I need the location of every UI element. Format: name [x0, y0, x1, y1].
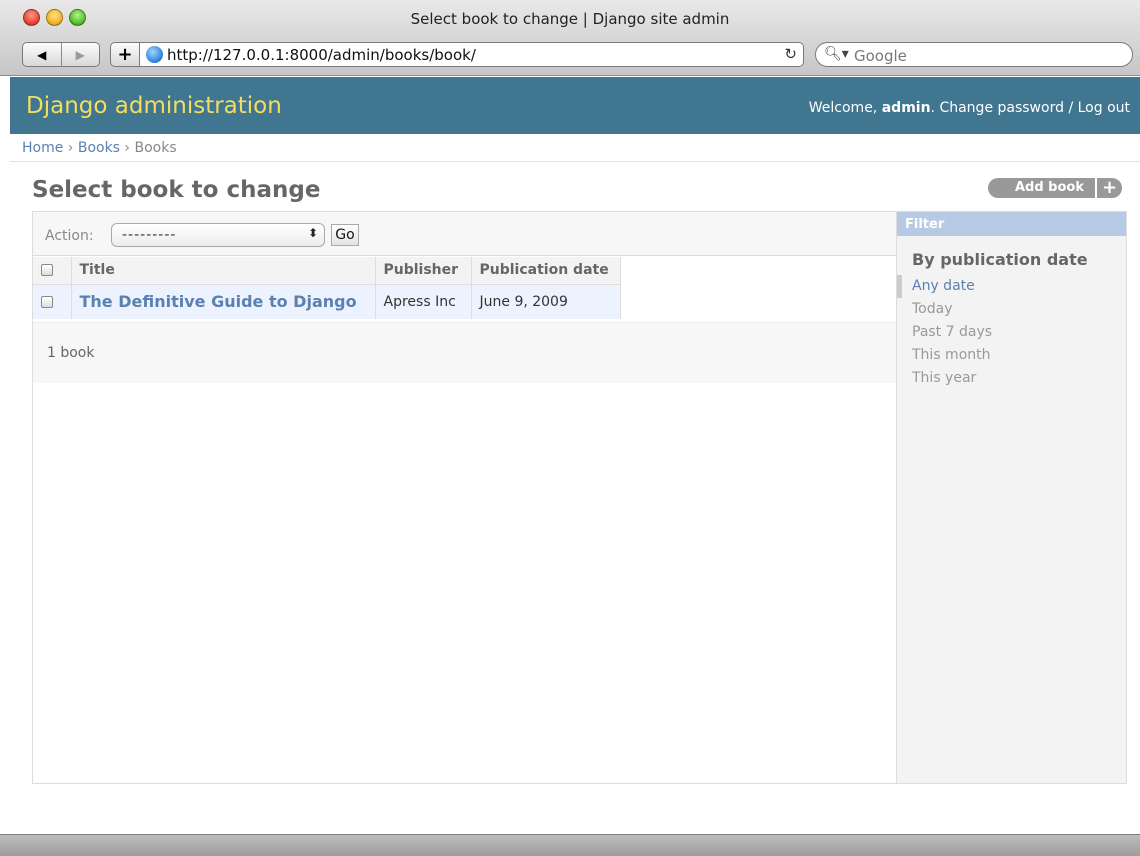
site-branding: Django administration — [26, 93, 282, 119]
back-button[interactable]: ◀ — [23, 43, 61, 66]
column-header-title[interactable]: Title — [71, 257, 376, 285]
page-title: Select book to change — [32, 177, 321, 203]
change-password-link[interactable]: Change password — [939, 100, 1064, 116]
forward-arrow-icon: ▶ — [75, 47, 85, 62]
back-arrow-icon: ◀ — [37, 47, 47, 62]
admin-header: Django administration Welcome, admin. Ch… — [10, 77, 1140, 134]
action-select[interactable]: --------- ⬍ — [111, 223, 325, 247]
logout-link[interactable]: Log out — [1078, 100, 1130, 116]
table-header-row: Title Publisher Publication date — [33, 257, 621, 285]
user-tools-separator: / — [1068, 100, 1074, 116]
filter-option-any-date[interactable]: Any date — [897, 275, 1126, 298]
search-field[interactable]: 🔍︎▾ Google — [815, 42, 1133, 67]
reload-icon[interactable]: ↻ — [784, 45, 797, 63]
filter-option-today[interactable]: Today — [897, 298, 1126, 321]
table-row: The Definitive Guide to Django Apress In… — [33, 284, 621, 319]
search-icon[interactable]: 🔍︎▾ — [824, 46, 849, 62]
filter-options: Any date Today Past 7 days This month Th… — [897, 275, 1126, 390]
filter-option-past-7-days[interactable]: Past 7 days — [897, 321, 1126, 344]
breadcrumb: Home › Books › Books — [10, 134, 1140, 162]
column-header-publication-date[interactable]: Publication date — [471, 257, 621, 285]
search-placeholder: Google — [854, 47, 907, 65]
address-bar[interactable]: http://127.0.0.1:8000/admin/books/book/ … — [139, 42, 804, 67]
select-all-cell — [33, 257, 72, 285]
filter-subheading: By publication date — [912, 250, 1088, 269]
results-table: Title Publisher Publication date The Def… — [33, 257, 621, 319]
paginator: 1 book — [33, 322, 896, 383]
book-title-link[interactable]: The Definitive Guide to Django — [80, 292, 357, 311]
row-checkbox[interactable] — [41, 295, 53, 308]
plus-icon: + — [117, 43, 133, 65]
forward-button[interactable]: ▶ — [60, 43, 100, 66]
date-cell: June 9, 2009 — [471, 284, 621, 319]
breadcrumb-home[interactable]: Home — [22, 140, 63, 156]
nav-buttons: ◀ ▶ — [22, 42, 100, 67]
row-select-cell — [33, 284, 72, 319]
filter-option-this-month[interactable]: This month — [897, 344, 1126, 367]
action-label: Action: — [45, 228, 94, 244]
select-all-checkbox[interactable] — [41, 264, 53, 277]
publisher-cell: Apress Inc — [375, 284, 472, 319]
breadcrumb-current: Books — [134, 140, 177, 156]
plus-icon: + — [1095, 178, 1122, 198]
user-tools: Welcome, admin. Change password / Log ou… — [808, 100, 1130, 116]
filter-option-this-year[interactable]: This year — [897, 367, 1126, 390]
add-book-button[interactable]: Add book + — [988, 178, 1122, 198]
username: admin — [881, 100, 931, 116]
add-book-label: Add book — [1014, 180, 1084, 195]
status-bar — [0, 834, 1140, 856]
column-header-publisher[interactable]: Publisher — [375, 257, 472, 285]
window-title: Select book to change | Django site admi… — [410, 10, 730, 28]
actions-bar: Action: --------- ⬍ Go — [33, 212, 896, 256]
browser-titlebar: Select book to change | Django site admi… — [0, 0, 1140, 76]
welcome-text: Welcome, — [808, 100, 878, 116]
filter-heading: Filter — [897, 212, 1126, 236]
url-text[interactable]: http://127.0.0.1:8000/admin/books/book/ — [167, 46, 476, 64]
select-arrows-icon: ⬍ — [307, 226, 318, 240]
globe-icon — [146, 46, 163, 63]
add-bookmark-button[interactable]: + — [110, 42, 140, 67]
breadcrumb-app[interactable]: Books — [78, 140, 120, 156]
changelist: Action: --------- ⬍ Go Title Publisher P… — [32, 211, 1127, 784]
go-button[interactable]: Go — [331, 224, 359, 246]
title-cell: The Definitive Guide to Django — [71, 284, 376, 319]
filter-sidebar: Filter By publication date Any date Toda… — [896, 212, 1126, 783]
action-selected-value: --------- — [122, 227, 177, 243]
